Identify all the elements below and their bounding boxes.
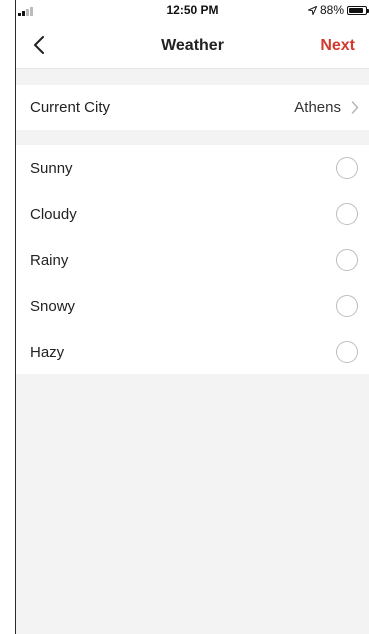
- weather-option-hazy[interactable]: Hazy: [16, 329, 369, 375]
- weather-option-cloudy[interactable]: Cloudy: [16, 191, 369, 237]
- battery-icon: [347, 5, 369, 15]
- battery-fill: [349, 7, 364, 13]
- weather-option-snowy[interactable]: Snowy: [16, 283, 369, 329]
- current-city-row[interactable]: Current City Athens: [16, 85, 369, 130]
- radio-button[interactable]: [336, 341, 358, 363]
- next-button[interactable]: Next: [320, 37, 355, 55]
- page-title: Weather: [161, 37, 224, 54]
- radio-button[interactable]: [336, 157, 358, 179]
- current-city-label: Current City: [30, 99, 111, 116]
- weather-option-label: Hazy: [30, 343, 65, 361]
- battery-percent: 88%: [319, 3, 344, 17]
- location-arrow-icon: [307, 5, 317, 15]
- radio-button[interactable]: [336, 203, 358, 225]
- status-bar: 12:50 PM 88%: [16, 0, 369, 22]
- radio-button[interactable]: [336, 295, 358, 317]
- app-frame: 12:50 PM 88% Weather Next Current City A…: [15, 0, 369, 634]
- radio-button[interactable]: [336, 249, 358, 271]
- weather-option-label: Rainy: [30, 251, 69, 269]
- status-right: 88%: [307, 3, 369, 17]
- weather-options-list: Sunny Cloudy Rainy Snowy Hazy: [16, 145, 369, 374]
- nav-bar: Weather Next: [16, 22, 369, 69]
- weather-option-rainy[interactable]: Rainy: [16, 237, 369, 283]
- chevron-left-icon: [34, 36, 44, 54]
- weather-option-label: Cloudy: [30, 205, 77, 223]
- weather-option-label: Snowy: [30, 297, 76, 315]
- weather-option-sunny[interactable]: Sunny: [16, 145, 369, 191]
- chevron-right-icon: [351, 101, 359, 114]
- weather-option-label: Sunny: [30, 159, 73, 177]
- current-city-value: Athens: [294, 99, 341, 116]
- back-button[interactable]: [26, 32, 52, 58]
